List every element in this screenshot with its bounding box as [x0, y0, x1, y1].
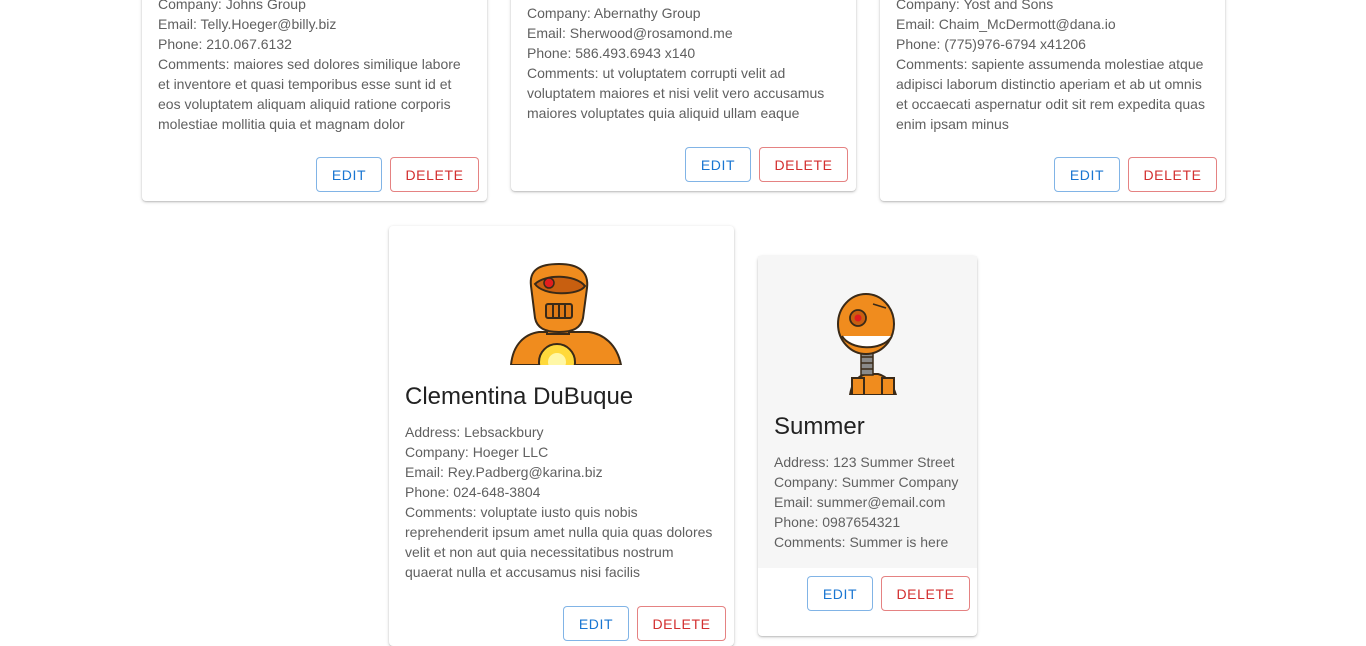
card-media: [389, 226, 734, 365]
robot-avatar-icon: [509, 262, 623, 365]
contact-details: Address: 123 Summer Street Company: Summ…: [774, 452, 963, 552]
contact-company: Company: Johns Group: [158, 0, 306, 12]
contact-name: Summer: [774, 413, 865, 440]
card-media: [758, 256, 977, 395]
contact-comments: Comments: Summer is here: [774, 534, 949, 550]
contact-details: Company: Abernathy Group Email: Sherwood…: [527, 3, 842, 123]
contact-comments: Comments: maiores sed dolores similique …: [158, 56, 461, 132]
contact-phone: Phone: 0987654321: [774, 514, 901, 530]
contact-company: Company: Yost and Sons: [896, 0, 1054, 12]
edit-button[interactable]: EDIT: [1054, 157, 1120, 192]
edit-button[interactable]: EDIT: [316, 157, 382, 192]
contact-comments: Comments: voluptate iusto quis nobis rep…: [405, 504, 713, 580]
delete-button[interactable]: DELETE: [759, 147, 848, 182]
delete-button[interactable]: DELETE: [390, 157, 479, 192]
robot-avatar-icon: [837, 293, 898, 395]
contact-company: Company: Summer Company: [774, 474, 959, 490]
contact-details: Company: Yost and Sons Email: Chaim_McDe…: [896, 0, 1211, 134]
edit-button[interactable]: EDIT: [563, 606, 629, 641]
contact-name: Clementina DuBuque: [405, 383, 634, 410]
delete-button[interactable]: DELETE: [1128, 157, 1217, 192]
contact-email: Email: Telly.Hoeger@billy.biz: [158, 16, 337, 32]
contact-address: Address: Lebsackbury: [405, 424, 544, 440]
contact-email: Email: Chaim_McDermott@dana.io: [896, 16, 1116, 32]
contact-card: Company: Johns Group Email: Telly.Hoeger…: [142, 0, 487, 201]
contact-details: Address: Lebsackbury Company: Hoeger LLC…: [405, 422, 720, 582]
contact-address: Address: 123 Summer Street: [774, 454, 955, 470]
contact-card: Company: Yost and Sons Email: Chaim_McDe…: [880, 0, 1225, 201]
contact-comments: Comments: sapiente assumenda molestiae a…: [896, 56, 1205, 132]
contact-email: Email: Rey.Padberg@karina.biz: [405, 464, 603, 480]
contact-card: Summer Address: 123 Summer Street Compan…: [758, 256, 977, 636]
contact-phone: Phone: 210.067.6132: [158, 36, 292, 52]
contact-card: Company: Abernathy Group Email: Sherwood…: [511, 0, 856, 191]
delete-button[interactable]: DELETE: [881, 576, 970, 611]
edit-button[interactable]: EDIT: [685, 147, 751, 182]
contact-email: Email: Sherwood@rosamond.me: [527, 25, 733, 41]
delete-button[interactable]: DELETE: [637, 606, 726, 641]
contact-email: Email: summer@email.com: [774, 494, 946, 510]
contact-company: Company: Abernathy Group: [527, 5, 701, 21]
contact-card: Clementina DuBuque Address: Lebsackbury …: [389, 226, 734, 646]
contact-comments: Comments: ut voluptatem corrupti velit a…: [527, 65, 825, 121]
contact-company: Company: Hoeger LLC: [405, 444, 549, 460]
contact-phone: Phone: 586.493.6943 x140: [527, 45, 696, 61]
contact-phone: Phone: (775)976-6794 x41206: [896, 36, 1086, 52]
contact-phone: Phone: 024-648-3804: [405, 484, 541, 500]
contact-details: Company: Johns Group Email: Telly.Hoeger…: [158, 0, 473, 134]
edit-button[interactable]: EDIT: [807, 576, 873, 611]
